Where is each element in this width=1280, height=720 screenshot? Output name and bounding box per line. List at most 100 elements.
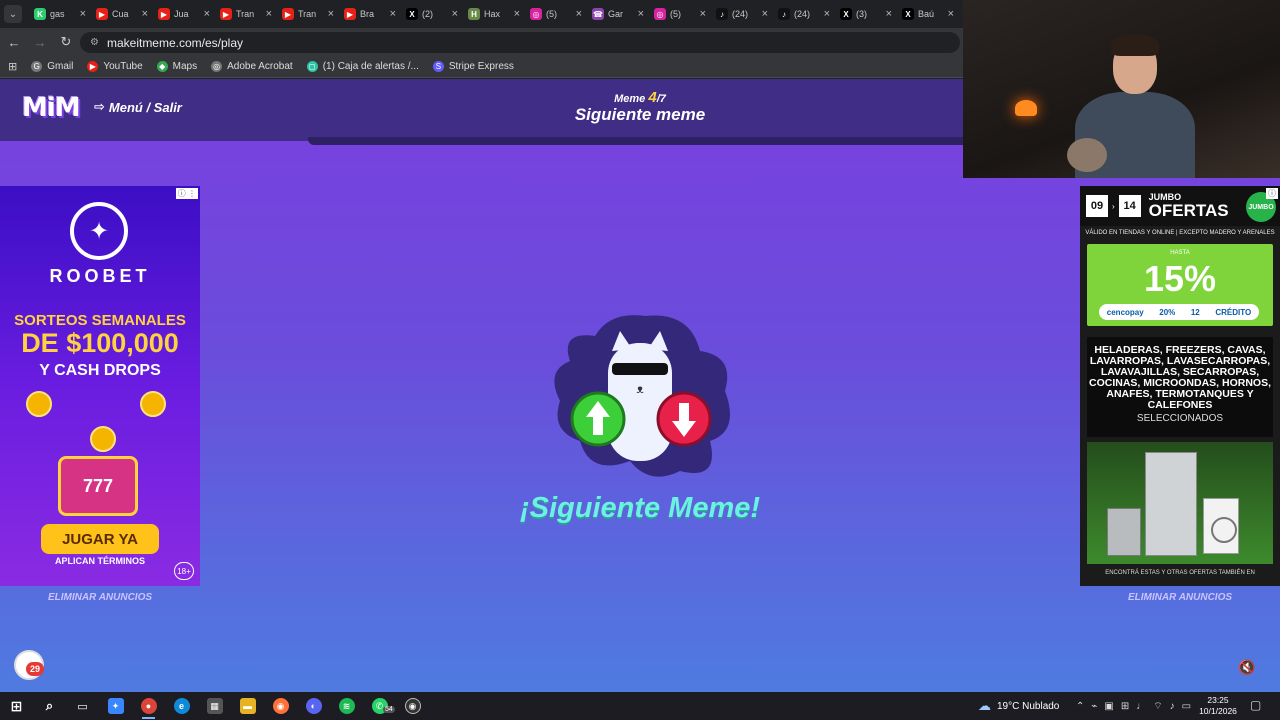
close-tab-icon[interactable]: × [142, 8, 148, 20]
mic-icon[interactable]: ♩ [1136, 701, 1146, 712]
firefox-button[interactable]: ◉ [264, 692, 297, 720]
chevron-up-icon[interactable]: ⌃ [1076, 701, 1084, 712]
explorer-button[interactable]: ▬ [231, 692, 264, 720]
remove-ads-left-link[interactable]: ELIMINAR ANUNCIOS [0, 592, 200, 603]
jumbo-ad[interactable]: 09 › 14 JUMBO OFERTAS JUMBO ⓘ VÁLIDO EN … [1080, 186, 1280, 586]
edge-button[interactable]: e [165, 692, 198, 720]
cloud-icon: ☁ [978, 698, 991, 713]
browser-tab[interactable]: ♪ (24) × [712, 2, 772, 26]
browser-tab[interactable]: ◎ (5) × [526, 2, 586, 26]
bookmark-label: YouTube [103, 61, 143, 72]
bookmark-item[interactable]: G Gmail [31, 61, 73, 72]
close-tab-icon[interactable]: × [886, 8, 892, 20]
reload-icon[interactable]: ↻ [58, 34, 74, 50]
dishwasher-icon [1107, 508, 1141, 556]
browser-tab[interactable]: ☎ Gar × [588, 2, 648, 26]
browser-tab[interactable]: ▶ Tran × [216, 2, 276, 26]
close-tab-icon[interactable]: × [700, 8, 706, 20]
browser-tab[interactable]: ▶ Jua × [154, 2, 214, 26]
close-tab-icon[interactable]: × [824, 8, 830, 20]
roobet-ad[interactable]: ⓘ ⋮ ✦ ROOBET SORTEOS SEMANALES DE $100,0… [0, 186, 200, 586]
apps-icon[interactable]: ⊞ [8, 60, 17, 73]
close-tab-icon[interactable]: × [204, 8, 210, 20]
tab-label: (2) [422, 9, 433, 19]
browser-tab[interactable]: X Baú × [898, 2, 958, 26]
store-button[interactable]: ▦ [198, 692, 231, 720]
browser-tab[interactable]: ▶ Tran × [278, 2, 338, 26]
close-tab-icon[interactable]: × [452, 8, 458, 20]
spotify-button[interactable]: ≋ [330, 692, 363, 720]
jumbo-title: JUMBO OFERTAS [1149, 193, 1229, 220]
wifi-icon[interactable]: ⌔ [1153, 700, 1162, 713]
weather-text: 19°C Nublado [997, 700, 1060, 712]
chrome-button[interactable]: ● [132, 692, 165, 720]
recorder-button[interactable]: ◉ [396, 692, 429, 720]
forward-icon[interactable]: → [32, 34, 48, 50]
discord-button[interactable]: ◐ [297, 692, 330, 720]
close-tab-icon[interactable]: × [948, 8, 954, 20]
close-tab-icon[interactable]: × [328, 8, 334, 20]
taskbar-clock[interactable]: 23:25 10/1/2026 [1198, 695, 1238, 717]
clock-date: 10/1/2026 [1199, 706, 1237, 716]
ad-choices-icon[interactable]: ⓘ [1266, 188, 1278, 199]
browser-tab[interactable]: ▶ Bra × [340, 2, 400, 26]
browser-tab[interactable]: Kgas × [30, 2, 90, 26]
browser-tab[interactable]: ▶ Cua × [92, 2, 152, 26]
ad-choices-icon[interactable]: ⓘ ⋮ [175, 188, 198, 199]
notification-icon[interactable]: ▢ [1250, 698, 1261, 712]
close-tab-icon[interactable]: × [390, 8, 396, 20]
ad-line-2: DE $100,000 [21, 328, 179, 358]
bookmark-item[interactable]: S Stripe Express [432, 61, 514, 72]
site-info-icon[interactable]: ⚙ [90, 37, 99, 48]
next-meme-cta[interactable]: ¡Siguiente Meme! [480, 492, 800, 525]
network-icon[interactable]: ⊞ [1121, 701, 1129, 712]
chat-count-badge: 29 [26, 662, 44, 676]
fireplace-icon [1015, 100, 1037, 116]
k-icon: K [34, 8, 46, 20]
search-button[interactable]: ⌕ [33, 692, 66, 720]
bookmark-item[interactable]: ◻ (1) Caja de alertas /... [306, 61, 419, 72]
weather-widget[interactable]: ☁ 19°C Nublado [978, 692, 1059, 720]
browser-tab[interactable]: X (2) × [402, 2, 462, 26]
meme-counter: Meme 4/7 [580, 89, 700, 106]
bookmark-item[interactable]: ▶ YouTube [87, 61, 143, 72]
remove-ads-right-link[interactable]: ELIMINAR ANUNCIOS [1080, 592, 1280, 603]
address-bar[interactable]: ⚙ makeitmeme.com/es/play [80, 32, 960, 53]
browser-tab[interactable]: X (3) × [836, 2, 896, 26]
tab-search-button[interactable]: ⌄ [4, 5, 22, 23]
webcam-overlay [963, 0, 1280, 178]
browser-tab[interactable]: ◎ (5) × [650, 2, 710, 26]
close-tab-icon[interactable]: × [80, 8, 86, 20]
ad-line-1: SORTEOS SEMANALES [14, 312, 186, 329]
usb-icon[interactable]: ⌁ [1091, 701, 1097, 712]
x-icon: X [902, 8, 914, 20]
close-tab-icon[interactable]: × [762, 8, 768, 20]
browser-tab[interactable]: ♪ (24) × [774, 2, 834, 26]
record-icon: ◉ [404, 698, 421, 714]
copilot-button[interactable]: ✦ [99, 692, 132, 720]
mute-icon[interactable]: 🔇 [1238, 659, 1255, 676]
volume-icon[interactable]: ♪ [1170, 701, 1175, 712]
browser-tab[interactable]: H Hax × [464, 2, 524, 26]
tray-app-icon[interactable]: ▣ [1104, 701, 1113, 712]
bookmark-item[interactable]: ◆ Maps [156, 61, 197, 72]
tab-label: (24) [794, 9, 811, 19]
task-view-button[interactable]: ▭ [66, 692, 99, 720]
cencopay-credit: CRÉDITO [1215, 307, 1252, 317]
battery-icon[interactable]: ▭ [1182, 701, 1191, 712]
back-icon[interactable]: ← [6, 34, 22, 50]
whatsapp-button[interactable]: ✆ 54 [363, 692, 396, 720]
mim-logo[interactable]: MiM [22, 93, 81, 123]
close-tab-icon[interactable]: × [576, 8, 582, 20]
start-button[interactable]: ⊞ [0, 692, 33, 720]
menu-exit-link[interactable]: ⇨ Menú / Salir [94, 99, 182, 115]
dog-icon [1067, 138, 1107, 172]
slot-text: 777 [82, 475, 114, 496]
close-tab-icon[interactable]: × [638, 8, 644, 20]
tiktok-icon: ♪ [778, 8, 790, 20]
play-now-button[interactable]: JUGAR YA [41, 524, 159, 554]
bookmark-item[interactable]: ◎ Adobe Acrobat [211, 61, 293, 72]
close-tab-icon[interactable]: × [514, 8, 520, 20]
close-tab-icon[interactable]: × [266, 8, 272, 20]
bookmark-list: G Gmail ▶ YouTube ◆ Maps ◎ Adobe Acrobat ◻ (1) Ca… [31, 61, 514, 72]
